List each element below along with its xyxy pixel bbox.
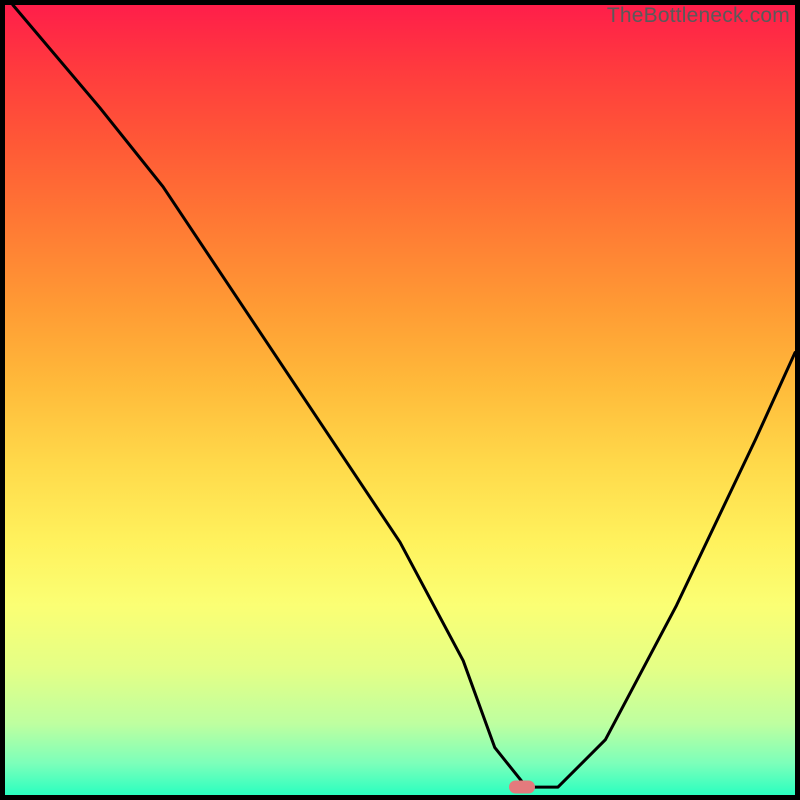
chart-frame — [0, 0, 800, 800]
